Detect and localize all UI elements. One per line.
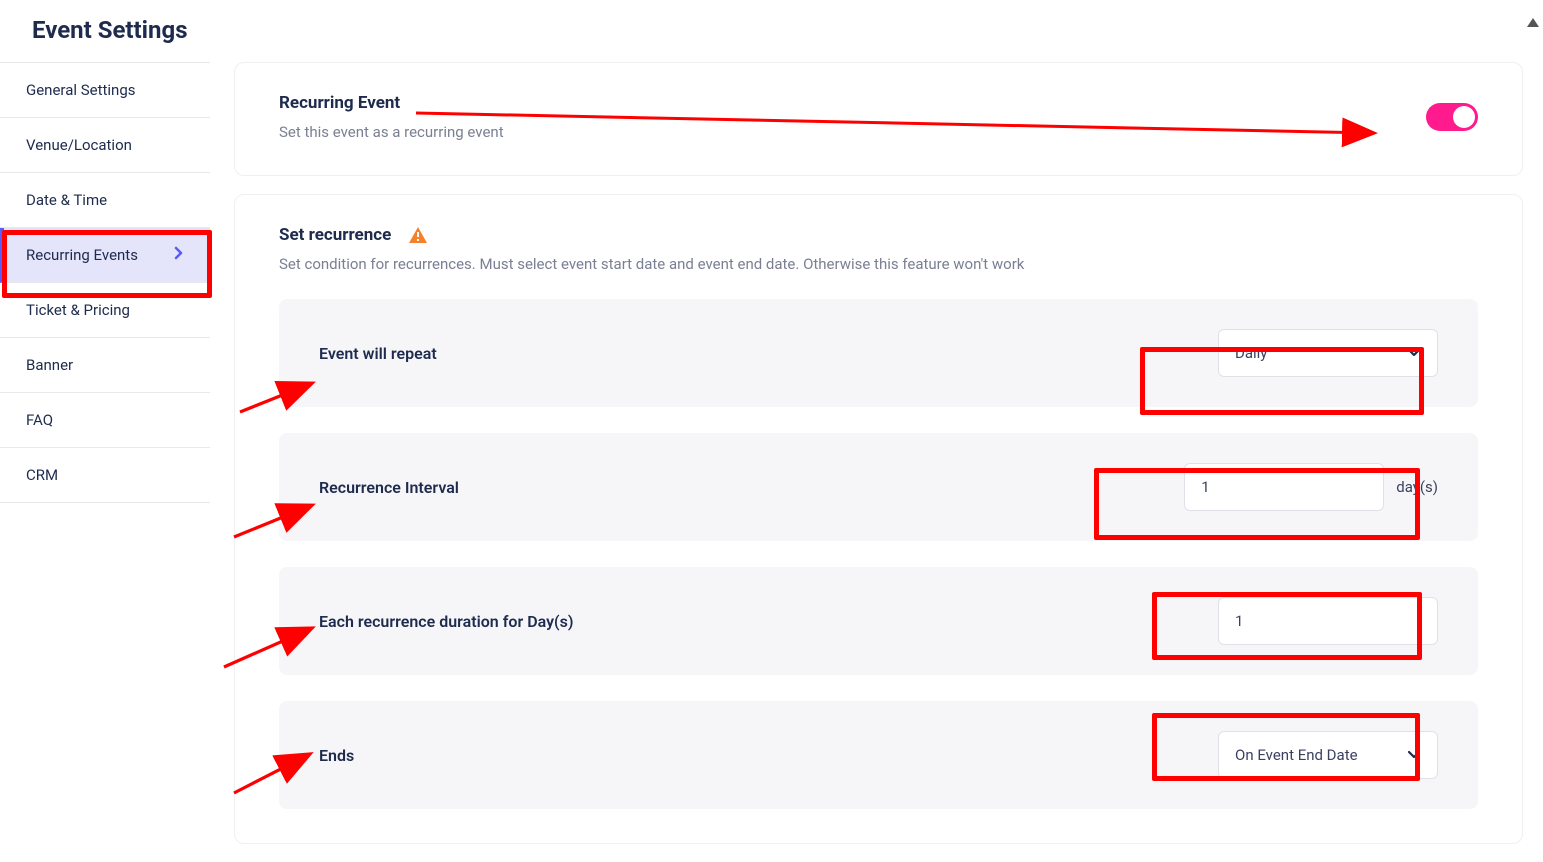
sidebar-item-label: FAQ <box>26 411 53 429</box>
interval-row: Recurrence Interval day(s) <box>279 433 1478 541</box>
chevron-right-icon <box>174 246 184 264</box>
main-layout: General Settings Venue/Location Date & T… <box>0 62 1543 862</box>
interval-input[interactable] <box>1184 463 1384 511</box>
recurring-card-title: Recurring Event <box>279 93 504 113</box>
duration-input[interactable] <box>1218 597 1438 645</box>
sidebar-item-banner[interactable]: Banner <box>0 338 210 393</box>
page-title: Event Settings <box>0 0 1543 62</box>
duration-label: Each recurrence duration for Day(s) <box>319 612 573 631</box>
ends-select[interactable]: On Event End Date <box>1218 731 1438 779</box>
sidebar-item-label: Date & Time <box>26 191 107 209</box>
interval-label: Recurrence Interval <box>319 478 459 497</box>
sidebar-item-label: Ticket & Pricing <box>26 301 130 319</box>
sidebar-item-ticket[interactable]: Ticket & Pricing <box>0 283 210 338</box>
ends-row: Ends On Event End Date <box>279 701 1478 809</box>
repeat-label: Event will repeat <box>319 344 437 363</box>
sidebar-item-label: Recurring Events <box>26 246 138 264</box>
sidebar-item-faq[interactable]: FAQ <box>0 393 210 448</box>
ends-label: Ends <box>319 746 354 765</box>
sidebar-item-label: General Settings <box>26 81 136 99</box>
scroll-up-icon[interactable] <box>1527 18 1539 27</box>
repeat-select[interactable]: Daily <box>1218 329 1438 377</box>
repeat-select-value: Daily <box>1235 344 1267 362</box>
sidebar-item-label: Banner <box>26 356 73 374</box>
sidebar-item-label: CRM <box>26 466 58 484</box>
sidebar-item-crm[interactable]: CRM <box>0 448 210 503</box>
sidebar: General Settings Venue/Location Date & T… <box>0 62 210 862</box>
sidebar-item-label: Venue/Location <box>26 136 132 154</box>
sidebar-item-recurring[interactable]: Recurring Events <box>0 228 210 283</box>
recurring-card-subtitle: Set this event as a recurring event <box>279 123 504 141</box>
recurring-toggle-card: Recurring Event Set this event as a recu… <box>234 62 1523 176</box>
duration-row: Each recurrence duration for Day(s) <box>279 567 1478 675</box>
repeat-row: Event will repeat Daily <box>279 299 1478 407</box>
toggle-knob <box>1453 106 1475 128</box>
sidebar-item-datetime[interactable]: Date & Time <box>0 173 210 228</box>
recurring-toggle[interactable] <box>1426 103 1478 131</box>
ends-select-value: On Event End Date <box>1235 746 1358 764</box>
sidebar-item-venue[interactable]: Venue/Location <box>0 118 210 173</box>
recurrence-title: Set recurrence <box>279 225 391 245</box>
content-area: Recurring Event Set this event as a recu… <box>210 62 1543 862</box>
sidebar-item-general[interactable]: General Settings <box>0 63 210 118</box>
recurrence-settings-card: Set recurrence Set condition for recurre… <box>234 194 1523 844</box>
warning-icon <box>409 227 427 243</box>
chevron-down-icon <box>1407 344 1421 362</box>
recurrence-subtitle: Set condition for recurrences. Must sele… <box>279 255 1478 273</box>
interval-suffix: day(s) <box>1396 478 1438 496</box>
chevron-down-icon <box>1407 746 1421 764</box>
